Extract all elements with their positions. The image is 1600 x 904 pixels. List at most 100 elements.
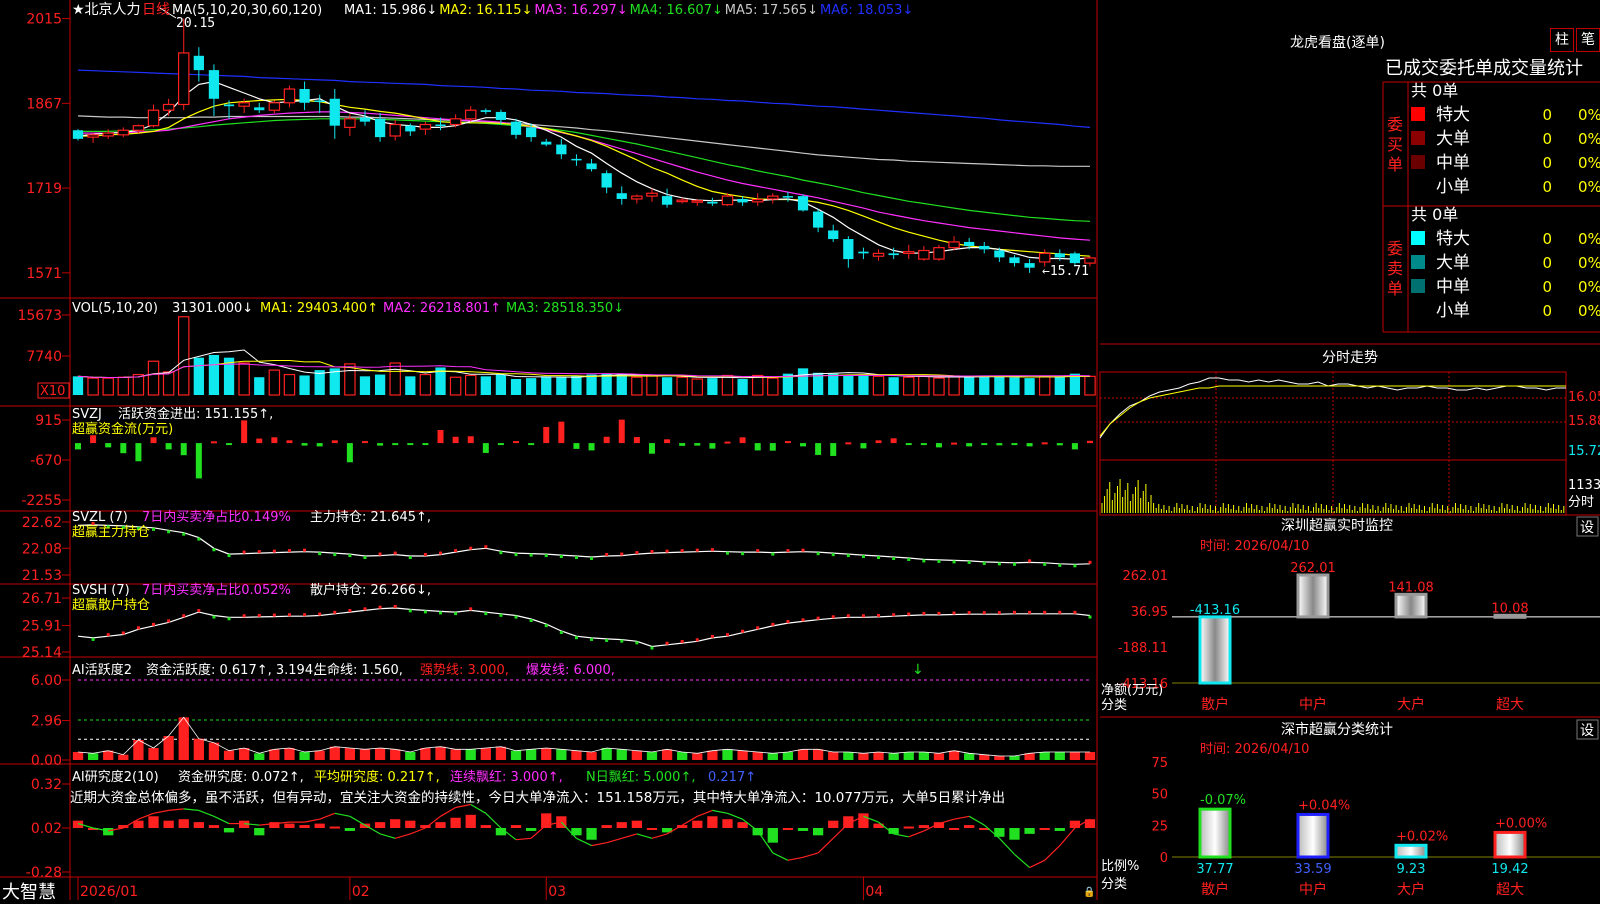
volume-tick-label: 7740 — [26, 349, 62, 365]
volume-bar — [1038, 375, 1051, 396]
activity-bar — [616, 749, 627, 760]
volume-bar — [359, 376, 371, 395]
svsh-tick-dot — [1058, 610, 1062, 614]
svzl-tick-dot — [771, 552, 775, 556]
research-bar — [480, 825, 491, 828]
candle-body — [751, 198, 764, 203]
candle-body — [419, 123, 432, 130]
activity-bar — [1009, 756, 1020, 760]
intraday-tick-label: 16.05 — [1568, 390, 1600, 405]
fund-flow-bar — [739, 437, 746, 444]
classify-value-label: 19.42 — [1491, 862, 1528, 877]
volume-bar — [374, 374, 386, 395]
fund-flow-bar — [1041, 442, 1048, 445]
tick-view-button[interactable]: 笔 — [1576, 28, 1600, 52]
activity-bar — [390, 749, 401, 760]
research-bar — [767, 828, 778, 843]
activity-bar — [435, 746, 446, 760]
volume-bar — [979, 375, 990, 395]
svsh-tick-dot — [952, 611, 956, 615]
svzl-tick-dot — [846, 554, 850, 558]
svzl-tick-dot — [257, 550, 261, 554]
volume-bar — [571, 375, 582, 395]
svzl-tick-dot — [710, 548, 714, 552]
candle-body — [843, 239, 854, 260]
candle-body — [314, 100, 325, 102]
activity-bar — [903, 752, 914, 760]
price-tick-label: 1571 — [26, 266, 62, 282]
svzl-tick-dot — [635, 551, 639, 555]
classify-tick-label: 0 — [1160, 851, 1168, 866]
svzl-tick-dot — [529, 553, 533, 557]
research-bar — [782, 828, 794, 830]
candle-body — [283, 88, 296, 104]
svzl-tick-dot — [680, 549, 684, 553]
column-view-button[interactable]: 柱 — [1550, 28, 1574, 52]
candle-body — [208, 70, 220, 99]
svsh-tick-dot — [680, 640, 684, 644]
candle-body — [132, 125, 145, 131]
lifeline-value: 生命线: 1.560, — [314, 662, 403, 678]
activity-bar — [1084, 752, 1096, 760]
tab-orders[interactable]: 委托单 — [1439, 54, 1493, 80]
fund-flow-bar — [754, 443, 761, 451]
research-line-segment — [440, 806, 456, 817]
volume-bar — [828, 373, 839, 395]
candle-body — [586, 163, 597, 170]
svzl-tick-dot — [1028, 559, 1032, 563]
svzl-tick-dot — [695, 548, 699, 552]
tab-filled[interactable]: 已成交 — [1385, 54, 1439, 80]
volume-bar — [389, 362, 401, 396]
ai-research-note: 近期大资金总体偏多，虽不活跃，但有异动，宜关注大资金的持续性，今日大单净流入：1… — [70, 790, 1006, 806]
fund-flow-bar — [588, 443, 595, 451]
classify-tick-label: 50 — [1151, 788, 1168, 803]
research-bar — [148, 816, 159, 828]
volume-bar — [102, 377, 114, 396]
svsh-tick-dot — [846, 614, 850, 618]
svzl-tick-dot — [499, 551, 503, 555]
svsh-tick-dot — [997, 611, 1001, 615]
fund-flow-bar — [875, 440, 882, 444]
svzl-tick-dot — [439, 551, 443, 555]
low-price-label: ←15.71 — [1042, 264, 1089, 279]
fund-flow-bar — [679, 443, 686, 446]
research-bar — [284, 823, 295, 828]
research-tick-label: 0.32 — [31, 777, 62, 793]
high-price-label: 20.15 — [176, 16, 215, 31]
activity-bar — [737, 750, 748, 760]
tab-volume-stats[interactable]: 成交量统计 — [1493, 54, 1583, 80]
research-bar — [1024, 828, 1035, 834]
monitor-ylabel: 净额(万元) — [1101, 683, 1163, 698]
activity-bar — [465, 749, 476, 760]
research-line-segment — [591, 842, 607, 847]
research-bar — [344, 828, 356, 831]
svzl-tick-dot — [620, 552, 624, 556]
svzj-tick-label: -2255 — [21, 493, 62, 509]
candle-body — [1054, 253, 1065, 258]
candle-body — [238, 102, 250, 107]
svzl-tick-dot — [892, 557, 896, 561]
candle-body — [737, 198, 748, 203]
svsh-tick-dot — [861, 614, 865, 618]
candle-body — [1069, 253, 1081, 264]
fund-flow-bar — [1026, 443, 1033, 447]
fund-flow-bar — [800, 443, 807, 447]
research-bar — [435, 822, 446, 828]
classify-title: 深市超赢分类统计 — [1281, 721, 1393, 738]
svsh-tick-dot — [892, 613, 896, 617]
research-line-segment — [1029, 859, 1045, 869]
svsh-tick-dot — [695, 638, 699, 642]
research-bar — [193, 822, 204, 828]
activity-bar — [269, 749, 280, 760]
fund-flow-bar — [165, 443, 172, 450]
fund-flow-bar — [301, 443, 308, 446]
svzl-tick-dot — [469, 546, 473, 550]
fund-flow-bar — [180, 443, 187, 456]
classify-category-label: 大户 — [1397, 881, 1425, 898]
activity-signal-arrow: ↓ — [912, 662, 924, 678]
candle-body — [797, 196, 809, 211]
activity-bar — [299, 752, 310, 760]
activity-bar — [420, 748, 431, 760]
research-bar — [903, 826, 914, 829]
candle-body — [72, 130, 84, 139]
